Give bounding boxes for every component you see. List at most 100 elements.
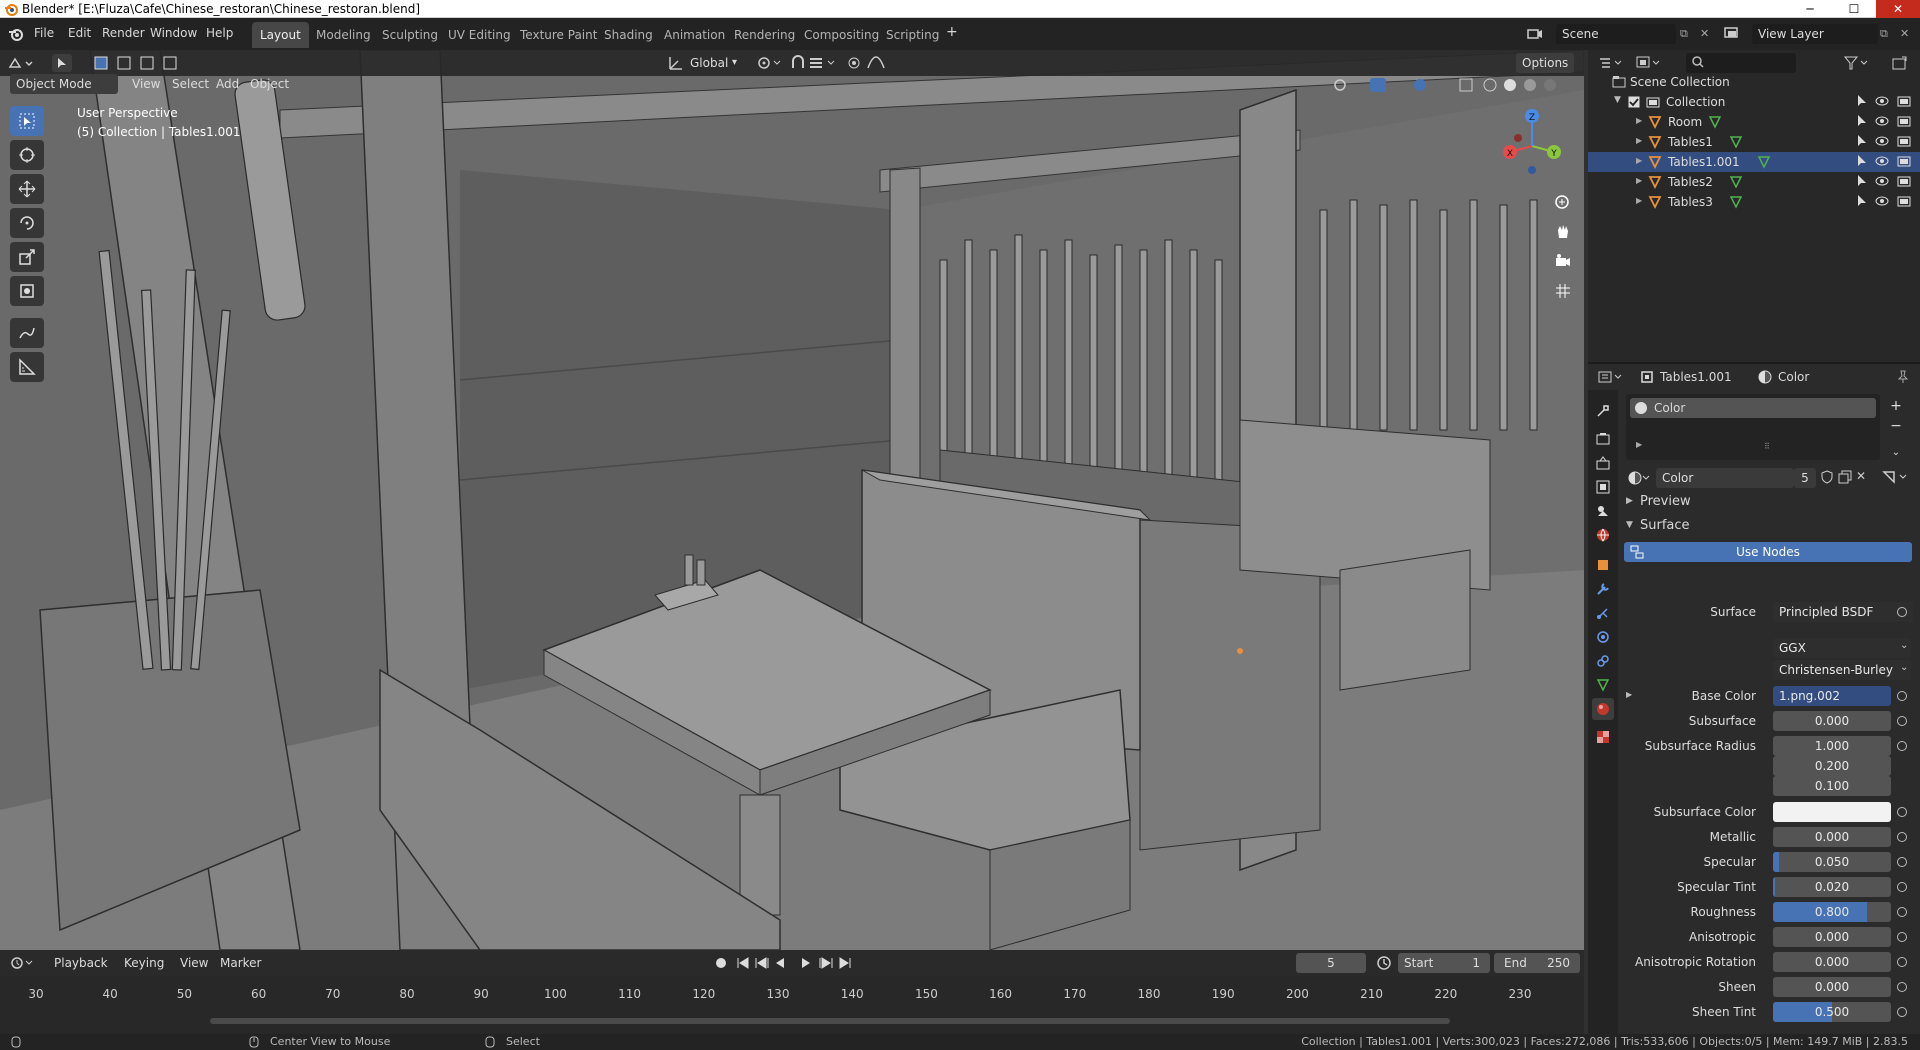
subsurface-method-dropdown[interactable]: Christensen-Burley	[1773, 660, 1911, 680]
copy-scene-icon[interactable]: ⧉	[1680, 27, 1688, 41]
pin-icon[interactable]	[1896, 370, 1910, 384]
input-socket-icon[interactable]	[1897, 1007, 1907, 1017]
tab-animation[interactable]: Animation	[656, 22, 733, 48]
display-mode-icon[interactable]	[1636, 56, 1662, 70]
options-dropdown[interactable]: Options	[1516, 53, 1575, 73]
mesh-data-icon[interactable]	[1757, 155, 1771, 169]
object-tab-icon[interactable]	[1592, 554, 1614, 576]
end-frame-field[interactable]: End 250	[1494, 953, 1580, 973]
filter-icon[interactable]	[1844, 56, 1870, 70]
input-socket-icon[interactable]	[1897, 882, 1907, 892]
shader-input-slider[interactable]: 0.000	[1773, 927, 1891, 947]
surface-shader-field[interactable]: Principled BSDF	[1773, 602, 1913, 622]
3d-viewport[interactable]	[0, 50, 1584, 950]
object-mode-dropdown[interactable]: Object Mode	[10, 74, 118, 94]
object-visibility-icons[interactable]	[1856, 154, 1914, 168]
menu-keying[interactable]: Keying	[124, 956, 164, 970]
transform-orientation-icon[interactable]	[668, 55, 684, 71]
material-user-count[interactable]: 5	[1794, 468, 1816, 488]
preview-panel-header[interactable]: Preview	[1640, 494, 1691, 509]
expand-arrow-icon[interactable]: ▶	[1636, 116, 1642, 125]
outliner-editor[interactable]: Scene Collection ▼ Collection ▶ Room ▶ Tabl…	[1588, 50, 1920, 362]
tab-modeling[interactable]: Modeling	[308, 22, 379, 48]
input-socket-icon[interactable]	[1897, 832, 1907, 842]
record-icon[interactable]	[712, 955, 730, 971]
outliner-search-input[interactable]	[1686, 53, 1796, 73]
add-workspace-button[interactable]: +	[946, 24, 958, 40]
shader-input-slider[interactable]: 0.500	[1773, 1002, 1891, 1022]
outliner-object-row[interactable]: ▶ Tables1	[1588, 132, 1920, 152]
copy-view-layer-icon[interactable]: ⧉	[1880, 27, 1888, 41]
input-socket-icon[interactable]	[1897, 982, 1907, 992]
input-socket-icon[interactable]	[1897, 741, 1907, 751]
input-socket-icon[interactable]	[1897, 932, 1907, 942]
menu-add[interactable]: Add	[216, 77, 239, 91]
mesh-data-icon[interactable]	[1729, 135, 1743, 149]
tab-layout[interactable]: Layout	[252, 22, 309, 48]
rotate-tool[interactable]	[10, 208, 44, 238]
annotate-tool[interactable]	[10, 318, 44, 348]
expand-arrow-icon[interactable]: ▶	[1636, 176, 1642, 185]
blender-menu-icon[interactable]	[8, 26, 24, 42]
modifiers-tab-icon[interactable]	[1592, 578, 1614, 600]
proportional-editing-icon[interactable]	[846, 55, 896, 71]
minimize-button[interactable]: ─	[1788, 0, 1832, 18]
menu-help[interactable]: Help	[206, 26, 233, 40]
tab-scripting[interactable]: Scripting	[878, 22, 947, 48]
tab-uv-editing[interactable]: UV Editing	[440, 22, 519, 48]
menu-window[interactable]: Window	[150, 26, 197, 40]
input-socket-icon[interactable]	[1897, 807, 1907, 817]
timeline-editor-type-icon[interactable]	[10, 955, 34, 971]
expand-arrow-icon[interactable]: ▶	[1636, 196, 1642, 205]
menu-timeline-view[interactable]: View	[180, 956, 208, 970]
menu-select[interactable]: Select	[172, 77, 209, 91]
slot-specials-chevron-icon[interactable]: ⌄	[1886, 444, 1906, 460]
scene-name-field[interactable]: Scene	[1556, 24, 1676, 44]
scale-tool[interactable]	[10, 242, 44, 272]
menu-marker[interactable]: Marker	[220, 956, 261, 970]
resize-handle-icon[interactable]: ⠿	[1764, 442, 1770, 451]
shader-input-slider[interactable]: 0.000	[1773, 827, 1891, 847]
object-visibility-icons[interactable]	[1856, 134, 1914, 148]
add-slot-button[interactable]: +	[1886, 398, 1906, 414]
input-socket-icon[interactable]	[1897, 691, 1907, 701]
cursor-tool[interactable]	[10, 140, 44, 170]
view-layer-field[interactable]: View Layer	[1752, 24, 1878, 44]
mesh-data-icon[interactable]	[1729, 175, 1743, 189]
object-visibility-icons[interactable]	[1856, 194, 1914, 208]
menu-view[interactable]: View	[132, 77, 160, 91]
material-slot-row[interactable]: Color	[1630, 398, 1876, 418]
menu-file[interactable]: File	[34, 26, 54, 40]
tab-compositing[interactable]: Compositing	[796, 22, 887, 48]
maximize-button[interactable]: ☐	[1832, 0, 1876, 18]
delete-view-layer-icon[interactable]: ✕	[1900, 27, 1909, 40]
output-tab-icon[interactable]	[1592, 452, 1614, 474]
shader-input-slider[interactable]: 0.000	[1773, 711, 1891, 731]
distribution-dropdown[interactable]: GGX	[1773, 638, 1911, 658]
tab-rendering[interactable]: Rendering	[726, 22, 803, 48]
duplicate-material-icon[interactable]	[1838, 470, 1852, 484]
subsurface-color-swatch[interactable]	[1773, 802, 1891, 822]
select-box-tool[interactable]	[10, 106, 44, 136]
clock-icon[interactable]	[1376, 955, 1392, 971]
start-frame-field[interactable]: Start 1	[1398, 953, 1490, 973]
surface-panel-header[interactable]: Surface	[1640, 518, 1690, 533]
input-socket-icon[interactable]	[1897, 907, 1907, 917]
outliner-scene-collection-row[interactable]: Scene Collection	[1588, 72, 1920, 92]
mesh-data-icon[interactable]	[1729, 195, 1743, 209]
shader-input-slider[interactable]: 0.020	[1773, 877, 1891, 897]
pan-hand-icon[interactable]	[1552, 220, 1574, 242]
input-socket-icon[interactable]	[1897, 857, 1907, 867]
shader-input-slider[interactable]: 0.200	[1773, 756, 1891, 776]
transform-tool[interactable]	[10, 276, 44, 306]
ortho-grid-icon[interactable]	[1552, 280, 1574, 302]
shader-input-slider[interactable]: 0.800	[1773, 902, 1891, 922]
zoom-icon[interactable]	[1552, 192, 1574, 214]
playback-controls[interactable]	[736, 955, 852, 971]
slot-expand-arrow-icon[interactable]: ▶	[1636, 440, 1642, 449]
use-nodes-button[interactable]: Use Nodes	[1624, 542, 1912, 562]
properties-editor-type-icon[interactable]	[1598, 370, 1624, 384]
transform-orientation-dropdown[interactable]: Global	[690, 56, 728, 70]
collection-visibility-icons[interactable]	[1856, 94, 1914, 108]
shader-input-slider[interactable]: 0.100	[1773, 776, 1891, 796]
